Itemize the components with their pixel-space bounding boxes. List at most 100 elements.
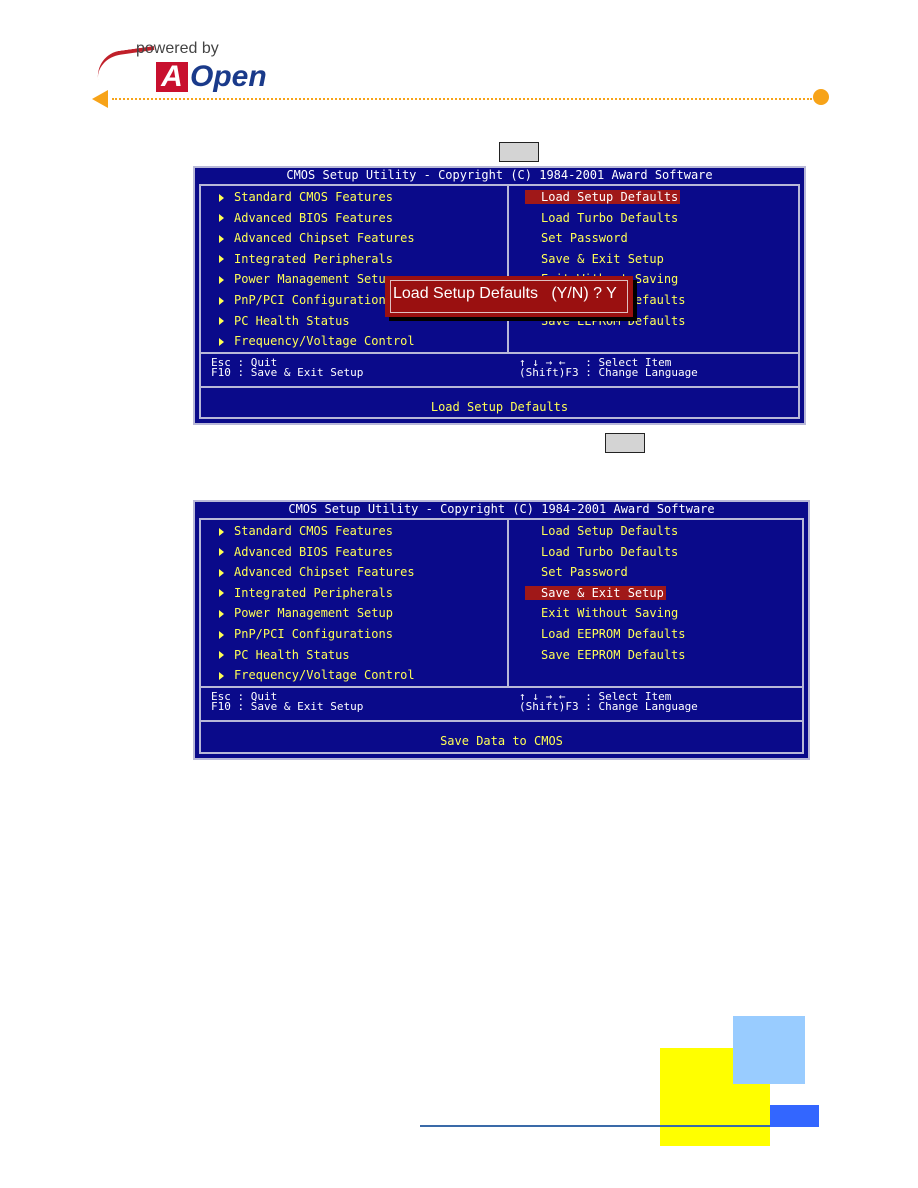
submenu-arrow-icon xyxy=(219,527,224,536)
help-save-exit: F10 : Save & Exit Setup xyxy=(211,366,364,379)
menu-item-label: Save & Exit Setup xyxy=(541,585,664,600)
menu-item[interactable]: PnP/PCI Configurations xyxy=(219,627,393,641)
help-change-language: (Shift)F3 : Change Language xyxy=(519,366,698,379)
submenu-arrow-icon xyxy=(219,317,224,326)
menu-item[interactable]: Set Password xyxy=(525,565,630,579)
bios-title: CMOS Setup Utility - Copyright (C) 1984-… xyxy=(195,502,808,516)
divider xyxy=(201,386,798,388)
key-placeholder xyxy=(499,142,539,162)
menu-item[interactable]: Integrated Peripherals xyxy=(219,252,393,266)
menu-item[interactable]: PnP/PCI Configurations xyxy=(219,293,393,307)
menu-item-label: Advanced Chipset Features xyxy=(234,565,415,580)
menu-item-label: Frequency/Voltage Control xyxy=(234,334,415,349)
menu-item[interactable]: Standard CMOS Features xyxy=(219,524,393,538)
brand-name: Open xyxy=(190,60,267,93)
menu-item-label: PC Health Status xyxy=(234,313,350,328)
submenu-arrow-icon xyxy=(219,630,224,639)
menu-item[interactable]: PC Health Status xyxy=(219,314,350,328)
status-line: Save Data to CMOS xyxy=(440,734,563,748)
menu-item[interactable]: Load EEPROM Defaults xyxy=(525,627,688,641)
menu-item-label: Advanced Chipset Features xyxy=(234,231,415,246)
main-menu-left: Standard CMOS Features Advanced BIOS Feat… xyxy=(201,520,509,686)
menu-item-label: Advanced BIOS Features xyxy=(234,210,393,225)
menu-item[interactable]: Advanced BIOS Features xyxy=(219,545,393,559)
dialog-prompt: Load Setup Defaults (Y/N) ? Y xyxy=(393,285,617,302)
submenu-arrow-icon xyxy=(219,193,224,202)
submenu-arrow-icon xyxy=(219,337,224,346)
submenu-arrow-icon xyxy=(219,651,224,660)
arrow-left-icon xyxy=(92,90,108,108)
submenu-arrow-icon xyxy=(219,609,224,618)
menu-item[interactable]: Save EEPROM Defaults xyxy=(525,648,688,662)
bios-screen-save-exit: CMOS Setup Utility - Copyright (C) 1984-… xyxy=(193,500,810,760)
menu-item[interactable]: PC Health Status xyxy=(219,648,350,662)
submenu-arrow-icon xyxy=(219,234,224,243)
footer-blue-block xyxy=(770,1105,819,1127)
menu-item-label: Load Setup Defaults xyxy=(541,524,679,538)
circle-icon xyxy=(813,89,829,105)
submenu-arrow-icon xyxy=(219,589,224,598)
menu-item-label: Load Turbo Defaults xyxy=(541,544,679,559)
main-menu-right: Load Setup Defaults Load Turbo Defaults Se… xyxy=(509,186,798,352)
brand-a-mark: A xyxy=(156,62,188,92)
footer-rule xyxy=(420,1125,770,1127)
divider xyxy=(201,720,802,722)
menu-item[interactable]: Save & Exit Setup xyxy=(525,252,666,266)
menu-item-label: Load EEPROM Defaults xyxy=(541,627,686,641)
menu-item-label: PnP/PCI Configurations xyxy=(234,293,393,307)
menu-item[interactable]: Exit Without Saving xyxy=(525,606,680,620)
divider xyxy=(201,686,802,688)
menu-item[interactable]: Frequency/Voltage Control xyxy=(219,334,415,348)
submenu-arrow-icon xyxy=(219,548,224,557)
menu-item-label: Frequency/Voltage Control xyxy=(234,668,415,683)
submenu-arrow-icon xyxy=(219,671,224,680)
menu-item[interactable]: Power Management Setup xyxy=(219,272,393,286)
menu-item[interactable]: Advanced Chipset Features xyxy=(219,231,415,245)
menu-item[interactable]: Power Management Setup xyxy=(219,606,393,620)
menu-item-selected[interactable]: Load Setup Defaults xyxy=(525,190,681,204)
help-save-exit: F10 : Save & Exit Setup xyxy=(211,700,364,713)
menu-item-label: Set Password xyxy=(541,565,628,580)
aopen-logo: powered by A Open xyxy=(94,40,267,96)
menu-item-label: Save EEPROM Defaults xyxy=(541,647,686,662)
bios-frame: Standard CMOS Features Advanced BIOS Feat… xyxy=(199,518,804,754)
main-menu-left: Standard CMOS Features Advanced BIOS Feat… xyxy=(201,186,509,352)
menu-item-label: PnP/PCI Configurations xyxy=(234,627,393,641)
menu-item-label: Power Management Setup xyxy=(234,272,393,287)
menu-item[interactable]: Load Setup Defaults xyxy=(525,524,680,538)
menu-item-label: Standard CMOS Features xyxy=(234,524,393,538)
menu-item[interactable]: Advanced Chipset Features xyxy=(219,565,415,579)
main-menu-right: Load Setup Defaults Load Turbo Defaults Se… xyxy=(509,520,802,686)
menu-item-label: Set Password xyxy=(541,231,628,246)
menu-item[interactable]: Integrated Peripherals xyxy=(219,586,393,600)
menu-item-label: Standard CMOS Features xyxy=(234,190,393,204)
divider xyxy=(201,352,798,354)
menu-item-selected[interactable]: Save & Exit Setup xyxy=(525,585,666,600)
menu-item-label: Load Turbo Defaults xyxy=(541,210,679,225)
help-change-language: (Shift)F3 : Change Language xyxy=(519,700,698,713)
header-dotted-rule xyxy=(112,98,812,100)
submenu-arrow-icon xyxy=(219,255,224,264)
submenu-arrow-icon xyxy=(219,275,224,284)
powered-by-text: powered by xyxy=(136,40,219,57)
confirm-dialog[interactable]: Load Setup Defaults (Y/N) ? Y xyxy=(385,276,633,317)
submenu-arrow-icon xyxy=(219,214,224,223)
bios-title: CMOS Setup Utility - Copyright (C) 1984-… xyxy=(195,168,804,182)
menu-item-label: PC Health Status xyxy=(234,647,350,662)
menu-item[interactable]: Load Turbo Defaults xyxy=(525,211,680,225)
menu-item-label: Advanced BIOS Features xyxy=(234,544,393,559)
submenu-arrow-icon xyxy=(219,296,224,305)
menu-item-label: Power Management Setup xyxy=(234,606,393,621)
status-line: Load Setup Defaults xyxy=(430,400,569,414)
menu-item[interactable]: Load Turbo Defaults xyxy=(525,545,680,559)
menu-item[interactable]: Standard CMOS Features xyxy=(219,190,393,204)
menu-item[interactable]: Frequency/Voltage Control xyxy=(219,668,415,682)
footer-lightblue-block xyxy=(733,1016,805,1084)
menu-item-label: Integrated Peripherals xyxy=(234,585,393,600)
menu-item[interactable]: Advanced BIOS Features xyxy=(219,211,393,225)
menu-item-label: Exit Without Saving xyxy=(541,606,679,621)
menu-item[interactable]: Set Password xyxy=(525,231,630,245)
key-placeholder xyxy=(605,433,645,453)
menu-item-label: Integrated Peripherals xyxy=(234,251,393,266)
menu-item-label: Load Setup Defaults xyxy=(541,190,679,204)
